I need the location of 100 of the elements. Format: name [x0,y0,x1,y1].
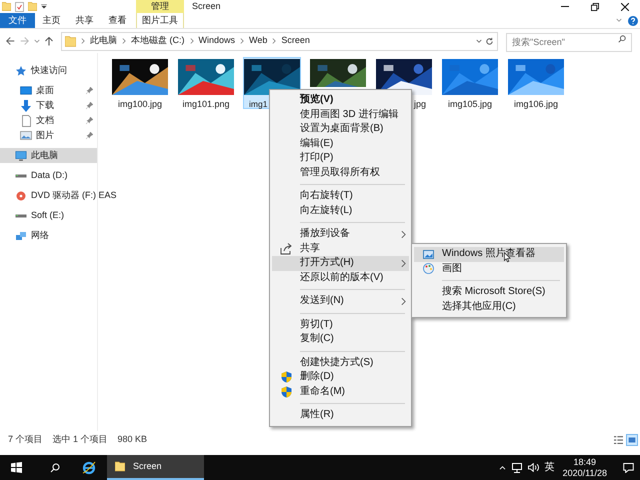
chevron-up-icon[interactable] [498,465,506,470]
clock[interactable]: 18:49 2020/11/28 [562,456,607,478]
folder-icon [65,36,76,46]
breadcrumb[interactable]: Web [249,34,268,48]
ribbon-tab[interactable]: 主页 [35,13,68,28]
monitor-icon [20,86,32,95]
menu-item[interactable]: 重命名(M) [272,384,409,399]
menu-item[interactable]: 还原以前的版本(V) [272,270,409,285]
up-icon[interactable] [45,36,53,46]
chevron-down-icon[interactable] [616,18,622,23]
drive-icon [15,214,27,218]
menu-item[interactable]: 复制(C) [272,332,409,346]
sidebar-item[interactable]: 网络 [0,228,97,243]
chevron-right-icon [240,38,244,44]
menu-item[interactable]: 管理员取得所有权 [272,166,409,180]
context-tab-group: 管理 [136,0,184,13]
menu-item[interactable]: 向右旋转(T) [272,189,409,204]
breadcrumb[interactable]: Windows [198,34,236,48]
chevron-right-icon [81,38,85,44]
menu-item[interactable]: 编辑(E) [272,136,409,151]
search-icon [618,34,626,42]
status-text: 980 KB [118,432,148,446]
chevron-down-icon[interactable] [34,38,40,44]
menu-item[interactable]: 使用画图 3D 进行编辑 [272,108,409,122]
dropdown-icon[interactable] [41,4,47,9]
properties-icon[interactable] [15,2,24,12]
details-view-icon[interactable] [614,436,623,444]
help-icon[interactable] [628,16,638,26]
down-arrow-icon [20,100,32,112]
status-text: 选中 1 个项目 [52,432,108,446]
menu-item[interactable]: 选择其他应用(C) [414,300,564,314]
disc-icon [16,190,26,200]
folder-icon [2,2,11,11]
file-item[interactable]: img105.jpg [441,57,499,109]
file-name: img106.jpg [514,99,558,109]
window-title: Screen [192,0,221,13]
network-icon [15,230,27,240]
photo-viewer-icon [422,250,434,259]
notification-icon[interactable] [623,462,634,472]
menu-item[interactable]: 属性(R) [272,408,409,422]
computer-icon [15,150,27,160]
menu-item[interactable]: 播放到设备 [272,227,409,242]
sidebar-item[interactable]: 快速访问 [0,63,97,78]
star-icon [15,64,27,76]
back-icon[interactable] [6,37,15,45]
file-item[interactable]: img101.png [177,57,235,109]
refresh-icon[interactable] [485,36,494,46]
sidebar-item[interactable]: 此电脑 [0,148,97,163]
sidebar-item[interactable]: 图片 [0,128,97,143]
sidebar-item[interactable]: Data (D:) [0,168,97,183]
sidebar-item[interactable]: 下载 [0,98,97,113]
menu-item[interactable]: 共享 [272,242,409,256]
picture-icon [20,131,32,140]
windows-logo-icon[interactable] [11,462,22,473]
sidebar-item[interactable]: 桌面 [0,83,97,98]
menu-item[interactable]: 向左旋转(L) [272,204,409,218]
file-item[interactable]: img100.jpg [111,57,169,109]
folder-icon [28,2,37,11]
sidebar-item[interactable]: Soft (E:) [0,208,97,223]
ime-indicator[interactable]: 英 [544,460,555,475]
volume-icon[interactable] [528,463,539,472]
large-icons-view-icon[interactable] [626,434,638,446]
ribbon-tab[interactable]: 查看 [101,13,134,28]
network-icon[interactable] [512,462,522,472]
ribbon-tab[interactable]: 图片工具 [136,13,184,28]
share-icon [280,242,292,255]
ribbon-tab[interactable]: 共享 [68,13,101,28]
minimize-icon [561,6,569,7]
menu-item[interactable]: 创建快捷方式(S) [272,356,409,370]
palette-icon [422,263,434,274]
drive-icon [15,174,27,178]
chevron-right-icon [272,38,276,44]
chevron-down-icon[interactable] [476,38,482,44]
address-field[interactable]: 此电脑 本地磁盘 (C:) Windows Web Screen [61,32,498,50]
browser-icon[interactable] [82,460,96,474]
close-icon [621,2,629,10]
breadcrumb[interactable]: 本地磁盘 (C:) [131,34,184,48]
chevron-right-icon [122,38,126,44]
menu-item[interactable]: 搜索 Microsoft Store(S) [414,285,564,300]
file-name: jpg [414,99,426,109]
breadcrumb[interactable]: Screen [281,34,310,48]
menu-item[interactable]: 打印(P) [272,151,409,166]
file-item[interactable]: img106.jpg [507,57,565,109]
status-text: 7 个项目 [8,432,43,446]
menu-item[interactable]: 剪切(T) [272,318,409,332]
menu-item[interactable]: 设置为桌面背景(B) [272,122,409,136]
menu-item[interactable]: 画图 [414,262,564,276]
folder-icon [115,461,125,472]
taskbar-app[interactable]: Screen [107,455,204,480]
menu-item[interactable]: 发送到(N) [272,294,409,308]
menu-item[interactable]: 打开方式(H) [272,256,409,270]
sidebar-item[interactable]: DVD 驱动器 (F:) EAS [0,188,119,203]
sidebar-item[interactable]: 文档 [0,113,97,128]
ribbon-tab[interactable]: 文件 [0,13,35,28]
shield-icon [280,386,292,398]
menu-item[interactable]: 删除(D) [272,370,409,384]
search-field[interactable]: 搜索"Screen" [506,32,632,52]
file-item[interactable] [309,57,367,88]
breadcrumb[interactable]: 此电脑 [90,34,117,48]
search-icon[interactable] [50,462,60,472]
